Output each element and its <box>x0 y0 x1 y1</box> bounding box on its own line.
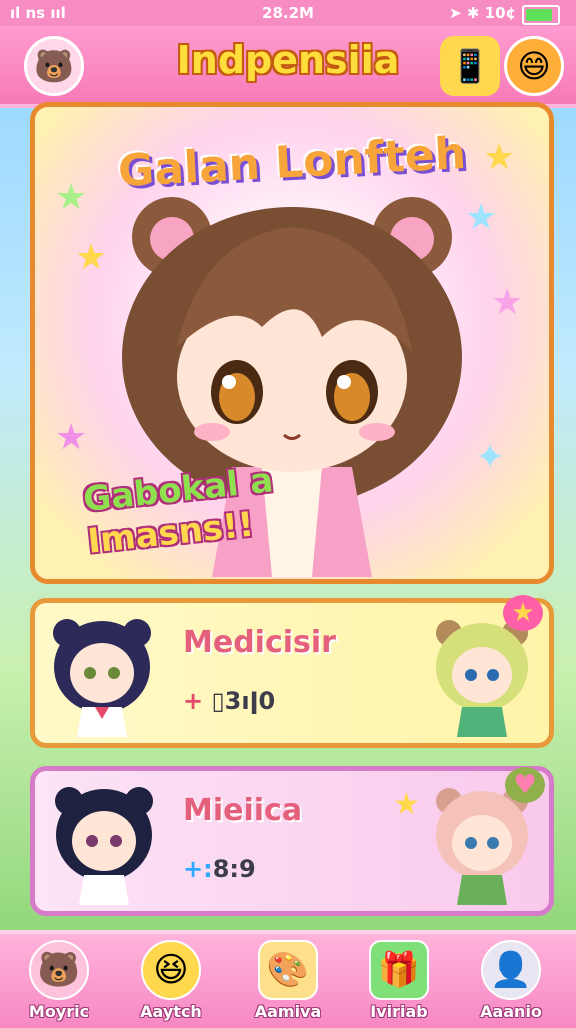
nav-item-aaanio[interactable]: 👤 Aaanio <box>456 940 566 1021</box>
star-icon: ★ <box>483 137 516 178</box>
smile-face-icon[interactable]: 😄 <box>504 36 564 96</box>
character-name: Mieiica <box>183 793 303 828</box>
nav-item-iviriab[interactable]: 🎁 Iviriab <box>344 940 454 1021</box>
bottom-navigation: 🐻 Moyric 😆 Aaytch 🎨 Aamiva 🎁 Iviriab 👤 A… <box>0 930 576 1028</box>
dark-hair-chibi-avatar <box>53 619 151 737</box>
star-icon: ★ <box>55 177 88 218</box>
character-stat: + ▯3ıǀ0 <box>183 687 275 715</box>
app-header: 🐻 Indpensiia 📱 😄 <box>0 26 576 108</box>
character-card-1[interactable]: Medicisir + ▯3ıǀ0 ★ <box>30 595 554 748</box>
nav-item-moyric[interactable]: 🐻 Moyric <box>4 940 114 1021</box>
character-name: Medicisir <box>183 625 336 660</box>
bear-icon: 🐻 <box>29 940 89 1000</box>
star-icon: ★ <box>75 237 108 278</box>
happy-face-icon: 😆 <box>141 940 201 1000</box>
profile-icon: 👤 <box>481 940 541 1000</box>
star-icon: ★ <box>55 417 88 458</box>
star-icon: ★ <box>491 282 524 323</box>
stat-value: ▯3ıǀ0 <box>211 687 276 715</box>
nav-label: Aamiva <box>254 1002 322 1021</box>
nav-label: Iviriab <box>370 1002 428 1021</box>
character-stat: +:8:9 <box>183 855 256 883</box>
status-bar: ıl ns ııl 28.2M ➤ ✱ 10¢ <box>0 0 576 26</box>
phone-icon[interactable]: 📱 <box>440 36 500 96</box>
nav-label: Aaytch <box>140 1002 202 1021</box>
brush-palette-icon: 🎨 <box>258 940 318 1000</box>
gift-box-icon: 🎁 <box>369 940 429 1000</box>
star-icon: ✦ <box>475 437 506 478</box>
nav-label: Aaanio <box>480 1002 542 1021</box>
nav-item-aamiva[interactable]: 🎨 Aamiva <box>233 940 343 1021</box>
stat-prefix: +: <box>183 855 213 883</box>
nav-label: Moyric <box>28 1002 90 1021</box>
stat-value: 8:9 <box>212 855 256 883</box>
star-icon: ★ <box>393 787 420 822</box>
status-icons: ➤ ✱ 10¢ <box>449 4 516 22</box>
heart-star-badge-icon[interactable]: ★ <box>503 595 543 631</box>
heart-badge-icon[interactable]: ♥ <box>505 767 545 803</box>
battery-icon <box>522 5 560 25</box>
nav-item-aaytch[interactable]: 😆 Aaytch <box>116 940 226 1021</box>
featured-character-card[interactable]: Galan Lonfteh ★ ★ ★ ★ ★ ★ ✦ Gabokal a Im… <box>30 102 554 584</box>
character-card-2[interactable]: Mieiica +:8:9 ★ ♥ <box>30 766 554 916</box>
stat-prefix: + <box>183 687 212 715</box>
navy-hair-chibi-avatar <box>55 787 153 905</box>
